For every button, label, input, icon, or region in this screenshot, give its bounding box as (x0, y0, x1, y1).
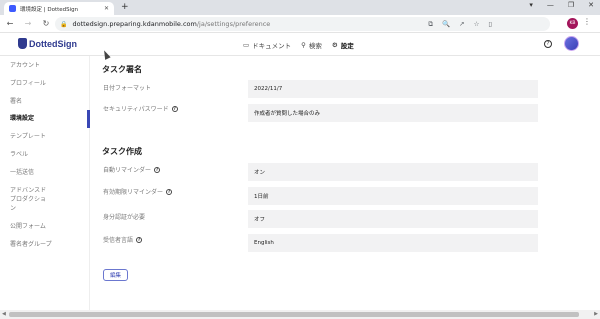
forward-button[interactable]: → (24, 19, 32, 28)
row-label-date-format: 日付フォーマット (103, 85, 152, 92)
lock-icon[interactable]: 🔒 (60, 21, 67, 28)
tab-title: 環境設定 | DottedSign (20, 6, 79, 13)
section-title-task-signing: タスク署名 (102, 65, 142, 74)
sidebar-item-labels[interactable]: ラベル (10, 151, 28, 160)
back-button[interactable]: ← (6, 19, 14, 28)
dottedsign-favicon-icon (9, 5, 16, 12)
sidebar-item-advanced-line3[interactable]: ン (10, 205, 16, 214)
sidebar-item-profile[interactable]: プロフィール (10, 80, 46, 89)
new-tab-button[interactable]: + (121, 2, 129, 13)
tab-search-icon[interactable]: ▾ (529, 1, 533, 9)
nav-search[interactable]: ⚲ 検索 (301, 40, 322, 50)
value-expiry-reminder: 1日前 (248, 187, 538, 205)
row-label-auto-reminder: 自動リマインダー? (103, 166, 161, 174)
sidebar-item-advanced-line1[interactable]: アドバンスド (10, 187, 46, 196)
address-bar-icons: ⧉ 🔍 ↗ ☆ ▯ (428, 17, 492, 31)
value-date-format: 2022/11/7 (248, 80, 538, 98)
url-host: dottedsign.preparing.kdanmobile.com (72, 20, 197, 28)
logo-text: DottedSign (29, 38, 77, 49)
address-bar[interactable]: 🔒 dottedsign.preparing.kdanmobile.com/ja… (55, 17, 550, 31)
user-avatar[interactable] (564, 36, 579, 51)
value-identity-verification: オフ (248, 210, 538, 228)
sidepanel-icon[interactable]: ▯ (488, 20, 492, 28)
browser-toolbar: ← → ↻ 🔒 dottedsign.preparing.kdanmobile.… (0, 15, 600, 33)
nav-settings-label: 設定 (340, 42, 354, 50)
row-label-expiry-reminder: 有効期限リマインダー? (103, 188, 173, 196)
window-controls: ▾ — ❐ ✕ (529, 1, 594, 9)
nav-search-label: 検索 (308, 42, 322, 50)
bookmark-star-icon[interactable]: ☆ (474, 20, 480, 28)
sidebar-item-account[interactable]: アカウント (10, 62, 40, 71)
question-icon[interactable]: ? (154, 166, 161, 173)
search-icon: ⚲ (301, 41, 306, 49)
browser-profile-avatar[interactable]: KB (567, 18, 578, 29)
tab-close-icon[interactable]: ✕ (104, 5, 109, 12)
sidebar-item-preferences[interactable]: 環境設定 (10, 115, 34, 124)
sidebar-item-advanced-line2[interactable]: プロダクショ (10, 196, 46, 205)
install-app-icon[interactable]: ⧉ (428, 20, 433, 29)
restore-button[interactable]: ❐ (568, 1, 574, 9)
browser-tabstrip: 環境設定 | DottedSign ✕ + ▾ — ❐ ✕ (0, 0, 600, 15)
question-icon[interactable]: ? (166, 188, 173, 195)
row-label-identity-verification: 身分認証が必要 (103, 214, 146, 221)
help-icon[interactable]: ? (544, 40, 552, 48)
gear-icon: ⚙ (331, 41, 338, 49)
scroll-left-arrow-icon[interactable]: ◀ (2, 311, 6, 317)
nav-documents-label: ドキュメント (252, 42, 292, 50)
settings-sidebar: アカウント プロフィール 署名 環境設定 テンプレート ラベル 一括送信 アドバ… (0, 56, 90, 310)
value-security-password: 作成者が質問した場合のみ (248, 104, 538, 122)
scrollbar-thumb[interactable] (9, 312, 579, 317)
minimize-button[interactable]: — (547, 1, 554, 9)
scroll-right-arrow-icon[interactable]: ▶ (594, 311, 598, 317)
app-header: DottedSign ▭ ドキュメント ⚲ 検索 ⚙ 設定 ? (0, 33, 600, 56)
edit-button[interactable]: 編集 (103, 269, 128, 281)
question-icon[interactable]: ? (171, 105, 178, 112)
section-title-task-creation: タスク作成 (102, 147, 142, 156)
sidebar-item-templates[interactable]: テンプレート (10, 133, 46, 142)
value-recipient-language: English (248, 234, 538, 252)
document-icon: ▭ (243, 41, 250, 49)
close-window-button[interactable]: ✕ (588, 1, 594, 9)
dottedsign-logo[interactable]: DottedSign (18, 38, 77, 49)
question-icon[interactable]: ? (136, 236, 143, 243)
nav-settings[interactable]: ⚙ 設定 (332, 40, 354, 50)
zoom-icon[interactable]: 🔍 (442, 20, 450, 28)
browser-menu-icon[interactable]: ⋮ (583, 17, 591, 26)
row-label-recipient-language: 受信者言語? (103, 236, 143, 244)
top-nav: ▭ ドキュメント ⚲ 検索 ⚙ 設定 (243, 40, 354, 50)
row-label-security-password: セキュリティパスワード? (103, 105, 178, 113)
preferences-panel: タスク署名 日付フォーマット 2022/11/7 セキュリティパスワード? 作成… (90, 56, 600, 310)
sidebar-item-signer-groups[interactable]: 署名者グループ (10, 241, 52, 250)
sidebar-item-signature[interactable]: 署名 (10, 98, 22, 107)
reload-button[interactable]: ↻ (42, 19, 50, 28)
browser-tab[interactable]: 環境設定 | DottedSign ✕ (4, 2, 114, 15)
nav-documents[interactable]: ▭ ドキュメント (243, 40, 291, 50)
url-path: /ja/settings/preference (196, 20, 271, 28)
horizontal-scrollbar[interactable]: ◀ ▶ (0, 310, 600, 319)
sidebar-item-public-forms[interactable]: 公開フォーム (10, 223, 46, 232)
value-auto-reminder: オン (248, 163, 538, 181)
logo-mark-icon (18, 38, 27, 49)
sidebar-item-bulk-send[interactable]: 一括送信 (10, 169, 34, 178)
share-icon[interactable]: ↗ (459, 20, 464, 28)
